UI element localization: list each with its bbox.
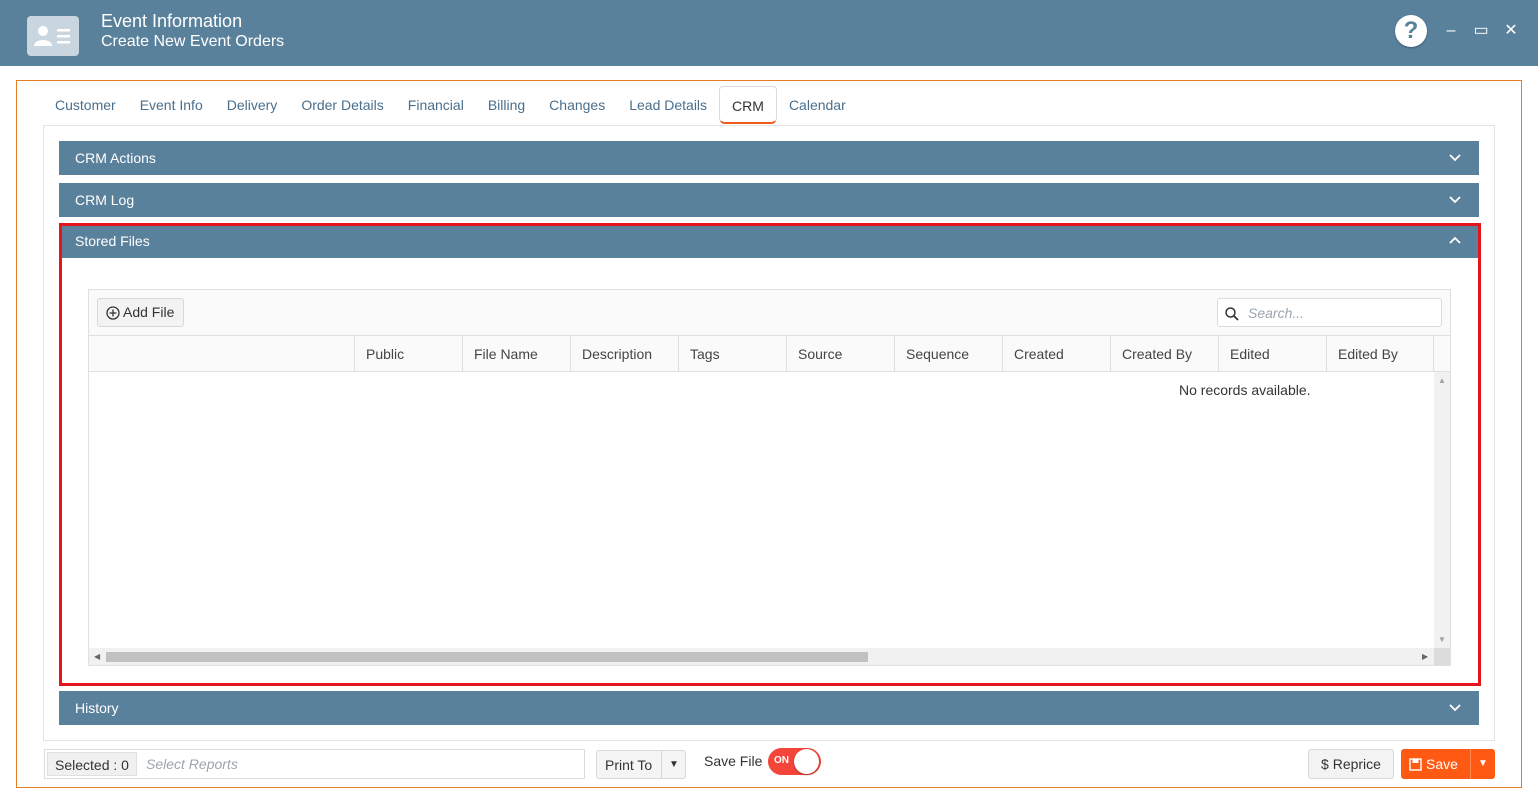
tab-lead-details[interactable]: Lead Details bbox=[617, 86, 719, 124]
maximize-button[interactable]: ▭ bbox=[1471, 20, 1491, 42]
tab-order-details[interactable]: Order Details bbox=[289, 86, 395, 124]
caret-down-icon[interactable]: ▼ bbox=[1470, 749, 1495, 779]
tab-customer[interactable]: Customer bbox=[43, 86, 128, 124]
reprice-button[interactable]: $ Reprice bbox=[1308, 749, 1394, 779]
tab-bar: Customer Event Info Delivery Order Detai… bbox=[43, 86, 858, 126]
save-file-toggle[interactable]: ON bbox=[768, 748, 821, 775]
report-selector[interactable]: Selected : 0 Select Reports bbox=[44, 749, 585, 779]
panel-title: CRM Log bbox=[75, 192, 135, 208]
floppy-disk-icon bbox=[1409, 758, 1422, 771]
print-to-button[interactable]: Print To ▼ bbox=[596, 750, 686, 779]
help-icon[interactable]: ? bbox=[1395, 15, 1427, 47]
tab-calendar[interactable]: Calendar bbox=[777, 86, 858, 124]
caret-down-icon[interactable]: ▼ bbox=[661, 751, 686, 778]
title-bar: Event Information Create New Event Order… bbox=[0, 0, 1538, 66]
tab-event-info[interactable]: Event Info bbox=[128, 86, 215, 124]
window-title: Event Information bbox=[101, 11, 243, 31]
select-reports-input[interactable]: Select Reports bbox=[146, 756, 238, 772]
save-button[interactable]: Save ▼ bbox=[1401, 749, 1495, 779]
save-label: Save bbox=[1426, 756, 1458, 772]
contact-card-icon bbox=[27, 16, 79, 56]
minimize-button[interactable]: – bbox=[1441, 20, 1461, 42]
print-to-label: Print To bbox=[605, 757, 653, 773]
crm-log-panel-header[interactable]: CRM Log bbox=[59, 183, 1479, 217]
panel-title: History bbox=[75, 700, 119, 716]
chevron-down-icon bbox=[1449, 154, 1461, 162]
save-button-content: Save bbox=[1409, 756, 1458, 772]
tab-changes[interactable]: Changes bbox=[537, 86, 617, 124]
window-subtitle: Create New Event Orders bbox=[101, 33, 285, 50]
tab-crm[interactable]: CRM bbox=[719, 86, 777, 124]
tab-delivery[interactable]: Delivery bbox=[215, 86, 290, 124]
selected-count: Selected : 0 bbox=[47, 752, 137, 776]
toggle-state: ON bbox=[774, 755, 789, 766]
panel-title: CRM Actions bbox=[75, 150, 156, 166]
toggle-knob[interactable] bbox=[794, 749, 819, 774]
chevron-down-icon bbox=[1449, 704, 1461, 712]
crm-actions-panel-header[interactable]: CRM Actions bbox=[59, 141, 1479, 175]
tab-billing[interactable]: Billing bbox=[476, 86, 537, 124]
tab-financial[interactable]: Financial bbox=[396, 86, 476, 124]
history-panel-header[interactable]: History bbox=[59, 691, 1479, 725]
save-file-label: Save File bbox=[704, 753, 763, 769]
close-button[interactable]: ✕ bbox=[1501, 20, 1521, 42]
highlight-box bbox=[59, 223, 1481, 686]
chevron-down-icon bbox=[1449, 196, 1461, 204]
